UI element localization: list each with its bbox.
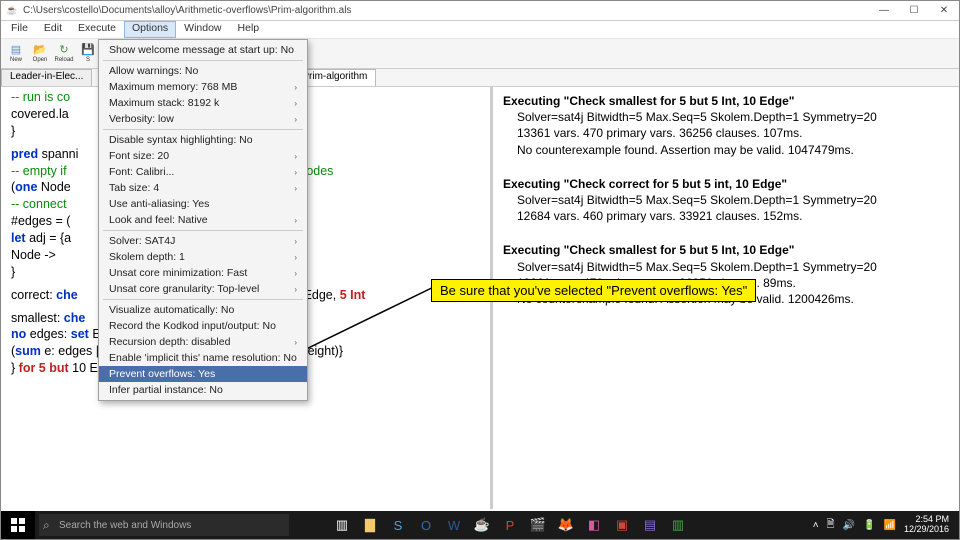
options-menu: Show welcome message at start up: No Allo… (98, 39, 308, 401)
menu-item[interactable]: Prevent overflows: Yes (99, 366, 307, 382)
code-text: } (11, 124, 15, 138)
menu-item[interactable]: Tab size: 4› (99, 180, 307, 196)
app-icon-2[interactable]: ▣ (609, 513, 635, 537)
taskbar-apps: ▥ ▇ S O W ☕ P 🎬 🦊 ◧ ▣ ▤ ▥ (329, 513, 691, 537)
tray-expand-icon[interactable]: ˄ (813, 520, 819, 531)
menu-item[interactable]: Maximum memory: 768 MB› (99, 79, 307, 95)
word-icon[interactable]: W (441, 513, 467, 537)
menu-item[interactable]: Verbosity: low› (99, 111, 307, 127)
menu-item[interactable]: Unsat core granularity: Top-level› (99, 281, 307, 297)
menu-window[interactable]: Window (176, 21, 229, 38)
code-text: covered.la (11, 107, 69, 121)
reload-button[interactable]: ↻Reload (53, 41, 75, 63)
taskbar: Search the web and Windows ▥ ▇ S O W ☕ P… (1, 511, 959, 539)
code-text: pred (11, 147, 38, 161)
output-block: Executing "Check correct for 5 but 5 int… (503, 176, 949, 225)
code-text: -- empty if (11, 164, 67, 178)
tray-network-icon[interactable]: 📶 (884, 520, 896, 531)
close-button[interactable]: ✕ (929, 1, 959, 21)
tray-action-icon[interactable]: 🗎 (827, 517, 835, 534)
menu-item[interactable]: Record the Kodkod input/output: No (99, 318, 307, 334)
output-block: Executing "Check smallest for 5 but 5 In… (503, 93, 949, 158)
system-tray: ˄ 🗎 🔊 🔋 📶 2:54 PM 12/29/2016 (813, 515, 959, 535)
menu-item[interactable]: Infer partial instance: No (99, 382, 307, 398)
powerpoint-icon[interactable]: P (497, 513, 523, 537)
firefox-icon[interactable]: 🦊 (553, 513, 579, 537)
menu-item[interactable]: Font: Calibri...› (99, 164, 307, 180)
titlebar: ☕ C:\Users\costello\Documents\alloy\Arit… (1, 1, 959, 21)
start-button[interactable] (1, 511, 35, 539)
tab-leader-in-elec-[interactable]: Leader-in-Elec... (1, 69, 92, 86)
menu-item[interactable]: Unsat core minimization: Fast› (99, 265, 307, 281)
menu-file[interactable]: File (3, 21, 36, 38)
video-app-icon[interactable]: 🎬 (525, 513, 551, 537)
code-text: Node -> (11, 248, 56, 262)
skype-icon[interactable]: S (385, 513, 411, 537)
java-app-icon[interactable]: ☕ (469, 513, 495, 537)
maximize-button[interactable]: ☐ (899, 1, 929, 21)
title-path: C:\Users\costello\Documents\alloy\Arithm… (23, 5, 351, 16)
taskbar-search[interactable]: Search the web and Windows (39, 514, 289, 536)
menu-item[interactable]: Solver: SAT4J› (99, 233, 307, 249)
code-text: } (11, 265, 15, 279)
taskbar-clock[interactable]: 2:54 PM 12/29/2016 (904, 515, 955, 535)
menu-help[interactable]: Help (230, 21, 268, 38)
annotation-callout: Be sure that you've selected "Prevent ov… (431, 279, 756, 302)
menu-item[interactable]: Allow warnings: No (99, 63, 307, 79)
menu-options[interactable]: Options (124, 21, 176, 38)
menu-item[interactable]: Use anti-aliasing: Yes (99, 196, 307, 212)
file-explorer-icon[interactable]: ▇ (357, 513, 383, 537)
menu-item[interactable]: Skolem depth: 1› (99, 249, 307, 265)
menu-item[interactable]: Enable 'implicit this' name resolution: … (99, 350, 307, 366)
menu-item[interactable]: Recursion depth: disabled› (99, 334, 307, 350)
task-view-icon[interactable]: ▥ (329, 513, 355, 537)
minimize-button[interactable]: — (869, 1, 899, 21)
java-icon: ☕ (5, 4, 19, 18)
open-button[interactable]: 📂Open (29, 41, 51, 63)
menu-item[interactable]: Maximum stack: 8192 k› (99, 95, 307, 111)
menubar: FileEditExecuteOptionsWindowHelp (1, 21, 959, 39)
code-text: -- run is co (11, 90, 70, 104)
menu-edit[interactable]: Edit (36, 21, 70, 38)
menu-item[interactable]: Disable syntax highlighting: No (99, 132, 307, 148)
app-window: ☕ C:\Users\costello\Documents\alloy\Arit… (0, 0, 960, 540)
menu-item[interactable]: Visualize automatically: No (99, 302, 307, 318)
menu-execute[interactable]: Execute (70, 21, 124, 38)
menu-item[interactable]: Show welcome message at start up: No (99, 42, 307, 58)
tray-battery-icon[interactable]: 🔋 (863, 520, 875, 531)
menu-item[interactable]: Look and feel: Native› (99, 212, 307, 228)
outlook-icon[interactable]: O (413, 513, 439, 537)
save-button[interactable]: 💾S (77, 41, 99, 63)
app-icon-4[interactable]: ▥ (665, 513, 691, 537)
app-icon[interactable]: ◧ (581, 513, 607, 537)
app-icon-3[interactable]: ▤ (637, 513, 663, 537)
menu-item[interactable]: Font size: 20› (99, 148, 307, 164)
tray-volume-icon[interactable]: 🔊 (843, 520, 855, 531)
code-text: -- connect (11, 197, 67, 211)
new-button[interactable]: ▤New (5, 41, 27, 63)
